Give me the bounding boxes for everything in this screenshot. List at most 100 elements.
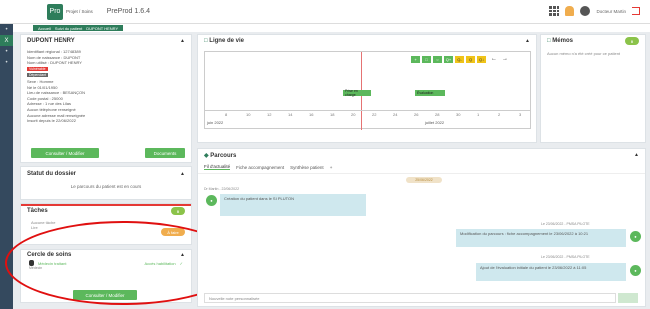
status-title: Statut du dossier (27, 171, 77, 177)
status-text: Le parcours du patient est en cours (70, 184, 142, 189)
task-sub: Lire (31, 225, 38, 230)
timeline-axis (205, 110, 530, 111)
tasks-count[interactable]: 0 (171, 207, 185, 215)
member-name[interactable]: Médecin traitant (38, 261, 66, 266)
patient-tags-2: Dépendant (27, 72, 185, 79)
tick: 20 (351, 112, 356, 117)
bell-icon[interactable] (565, 6, 575, 16)
user-avatar-icon[interactable] (580, 6, 591, 16)
send-button[interactable] (618, 293, 638, 303)
tab-news-feed[interactable]: Fil d'actualité (204, 164, 231, 170)
collapse-icon[interactable]: ▲ (180, 38, 185, 44)
tick: 14 (288, 112, 293, 117)
breadcrumb-home[interactable]: Accueil (38, 26, 51, 31)
tick: 28 (435, 112, 440, 117)
author-avatar: ● (630, 265, 641, 276)
timeline-event[interactable]: Évaluation (415, 90, 445, 96)
feed-message: Création du patient dans le SI PLUTON (220, 194, 366, 216)
vulnerable-badge: Vulnérable (27, 66, 48, 71)
feed-message: Ajout de l'évaluation initiale du patien… (476, 263, 626, 281)
rail-alerts-icon[interactable]: • (0, 46, 13, 57)
month-label: juillet 2022 (425, 120, 445, 125)
tasks-title: Tâches (27, 208, 48, 214)
journey-panel: ◆ Parcours ▲ Fil d'actualité Fiche accom… (197, 148, 646, 307)
top-bar: Pro Projet / Soins PreProd 1.6.4 Docteur… (0, 0, 650, 24)
timeline-panel: □ Ligne de vie ▲ + □ ○ Q+ Q- Q Q↓ ← → Pr… (197, 34, 537, 143)
logout-icon[interactable] (632, 7, 640, 15)
timeline-toolbar: + □ ○ Q+ Q- Q Q↓ ← → (411, 56, 508, 63)
consult-care-circle-button[interactable]: Consulter / Modifier (73, 290, 137, 300)
tick: 12 (267, 112, 272, 117)
timeline-chart[interactable]: + □ ○ Q+ Q- Q Q↓ ← → Prise en charge Éva… (204, 51, 531, 130)
breadcrumb: Accueil Suivi du patient DUPONT HENRY (13, 24, 650, 32)
todo-pill[interactable]: À faire (161, 228, 185, 236)
patient-tags: Vulnérable (27, 66, 185, 73)
member-status: Accès habilitation (144, 260, 176, 266)
zoom-icon[interactable]: Q (466, 56, 475, 63)
arrow-left-icon[interactable]: ← (491, 56, 497, 63)
patient-card: DUPONT HENRY ▲ Identifiant régional : 12… (20, 34, 192, 163)
patient-name: DUPONT HENRY (27, 38, 75, 44)
collapse-icon[interactable]: ▲ (180, 171, 185, 177)
tab-summary[interactable]: Synthèse patient (290, 165, 324, 170)
frame-icon[interactable]: □ (422, 56, 431, 63)
tab-support-sheet[interactable]: Fiche accompagnement (236, 165, 284, 170)
breadcrumb-current: DUPONT HENRY (86, 25, 119, 31)
dependent-badge: Dépendant (27, 73, 49, 78)
collapse-icon[interactable]: ▲ (180, 252, 185, 258)
rail-docs-icon[interactable]: • (0, 57, 13, 68)
status-panel: Statut du dossier ▲ Le parcours du patie… (20, 166, 192, 200)
feed-message: Modification du parcours : fiche accompa… (456, 229, 626, 247)
tick: 22 (372, 112, 377, 117)
tick: 8 (225, 112, 228, 117)
logo-text: Projet / Soins (66, 9, 93, 14)
center-icon[interactable]: ○ (433, 56, 442, 63)
tick: 2 (498, 112, 501, 117)
consult-patient-button[interactable]: Consulter / Modifier (31, 148, 99, 158)
timeline-title: □ Ligne de vie (204, 38, 244, 44)
memos-empty-text: Aucun mémo n'a été créé pour ce patient (547, 51, 621, 56)
message-meta: Dr Martin - 22/06/2022 (204, 187, 240, 191)
author-avatar: ● (206, 195, 217, 206)
message-meta: Le 23/06/2022 - PMSA PILOTE (541, 222, 590, 226)
tab-add[interactable]: + (330, 165, 333, 170)
add-icon[interactable]: + (411, 56, 420, 63)
zoom-in-icon[interactable]: Q+ (444, 56, 453, 63)
zoom-reset-icon[interactable]: Q↓ (477, 56, 486, 63)
rail-patients-icon[interactable]: X (0, 35, 13, 46)
tick: 30 (456, 112, 461, 117)
author-avatar: ● (630, 231, 641, 242)
tick: 1 (477, 112, 480, 117)
tick: 3 (519, 112, 522, 117)
member-role: Médecin (29, 266, 43, 270)
documents-button[interactable]: Documents (145, 148, 185, 158)
collapse-icon[interactable]: ▲ (525, 38, 530, 44)
patient-since: Inscrit depuis le 22/06/2022 (27, 118, 76, 124)
tick: 24 (393, 112, 398, 117)
journey-tabs: Fil d'actualité Fiche accompagnement Syn… (198, 161, 645, 174)
arrow-right-icon[interactable]: → (502, 56, 508, 63)
month-label: juin 2022 (207, 120, 224, 125)
memos-count[interactable]: 0 (625, 37, 639, 45)
collapse-icon[interactable]: ▲ (634, 152, 639, 158)
journey-title: ◆ Parcours (204, 152, 237, 159)
patient-details: Identifiant régional : 12748389 Nom de n… (21, 47, 191, 126)
tick: 16 (309, 112, 314, 117)
message-meta: Le 23/06/2022 - PMSA PILOTE (541, 255, 590, 259)
date-separator: 25/06/2022 (406, 177, 442, 183)
timeline-event[interactable]: Prise en charge (343, 89, 371, 97)
check-icon: ✓ (179, 260, 183, 266)
tick: 10 (246, 112, 251, 117)
memos-panel: □ Mémos 0 Aucun mémo n'a été créé pour c… (540, 34, 646, 143)
rail-dashboard-icon[interactable]: • (0, 24, 13, 35)
tick: 26 (414, 112, 419, 117)
note-composer[interactable]: Nouvelle note personnalisée (204, 293, 616, 303)
app-logo[interactable]: Pro (47, 3, 63, 20)
tick: 18 (330, 112, 335, 117)
apps-grid-icon[interactable] (549, 6, 560, 16)
zoom-out-icon[interactable]: Q- (455, 56, 464, 63)
app-title: PreProd 1.6.4 (106, 8, 150, 15)
user-name[interactable]: Docteur Martin (596, 9, 626, 14)
care-circle-title: Cercle de soins (27, 252, 72, 258)
breadcrumb-item[interactable]: Suivi du patient (55, 26, 82, 31)
